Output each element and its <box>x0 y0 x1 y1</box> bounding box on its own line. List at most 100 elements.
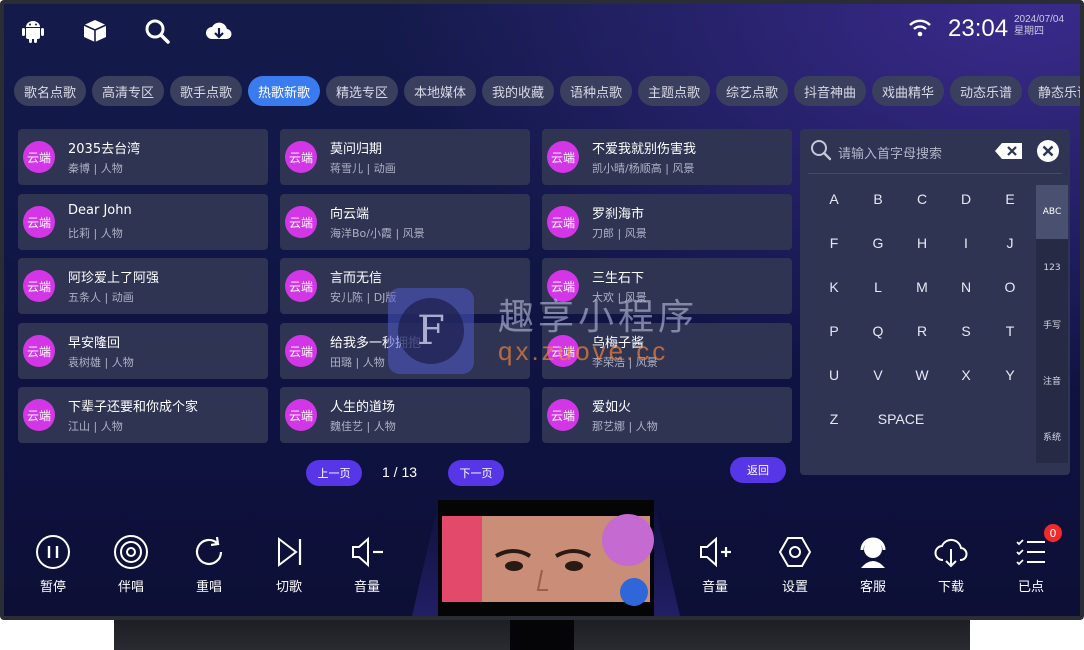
box-icon[interactable] <box>80 16 110 46</box>
customer-service-button[interactable]: 客服 <box>848 532 898 595</box>
cloud-badge: 云端 <box>285 335 317 367</box>
mode-system[interactable]: 系统 <box>1036 409 1068 463</box>
tab-hot-new[interactable]: 热歌新歌 <box>248 76 320 106</box>
volume-down-label: 音量 <box>353 580 380 595</box>
pause-label: 暂停 <box>39 580 66 595</box>
song-card[interactable]: 云端 Dear John 比莉 | 人物 <box>18 194 268 250</box>
key-m[interactable]: M <box>910 279 934 295</box>
download-button[interactable]: 下载 <box>926 532 976 595</box>
replay-label: 重唱 <box>195 580 222 595</box>
song-card[interactable]: 云端 2035去台湾 秦博 | 人物 <box>18 129 268 185</box>
key-g[interactable]: G <box>866 235 890 251</box>
volume-up-label: 音量 <box>701 580 728 595</box>
prev-page-button[interactable]: 上一页 <box>306 460 362 486</box>
next-page-button[interactable]: 下一页 <box>448 460 504 486</box>
song-title: 2035去台湾 <box>68 142 141 157</box>
volume-down-button[interactable]: 音量 <box>342 532 392 595</box>
cloud-badge: 云端 <box>23 141 55 173</box>
key-j[interactable]: J <box>998 235 1022 251</box>
tab-singer[interactable]: 歌手点歌 <box>170 76 242 106</box>
key-w[interactable]: W <box>910 367 934 383</box>
tab-language[interactable]: 语种点歌 <box>560 76 632 106</box>
watermark-title: 趣享小程序 <box>498 297 699 338</box>
tab-favorites[interactable]: 我的收藏 <box>482 76 554 106</box>
song-card[interactable]: 云端 阿珍爱上了阿强 五条人 | 动画 <box>18 258 268 314</box>
song-meta: 比莉 | 人物 <box>68 227 123 240</box>
key-n[interactable]: N <box>954 279 978 295</box>
song-card[interactable]: 云端 早安隆回 袁树雄 | 人物 <box>18 323 268 379</box>
mode-zhuyin[interactable]: 注音 <box>1036 353 1068 407</box>
tab-song-name[interactable]: 歌名点歌 <box>14 76 86 106</box>
key-p[interactable]: P <box>822 323 846 339</box>
replay-icon <box>184 532 234 572</box>
volume-up-button[interactable]: 音量 <box>690 532 740 595</box>
song-meta: 袁树雄 | 人物 <box>68 356 134 369</box>
tab-featured[interactable]: 精选专区 <box>326 76 398 106</box>
search-icon[interactable] <box>142 16 172 46</box>
song-title: 莫问归期 <box>330 142 383 157</box>
key-y[interactable]: Y <box>998 367 1022 383</box>
search-bar[interactable]: 请输入首字母搜索 <box>800 129 1070 171</box>
cloud-download-icon[interactable] <box>204 16 234 46</box>
song-card[interactable]: 云端 向云端 海洋Bo/小霞 | 风景 <box>280 194 530 250</box>
key-d[interactable]: D <box>954 191 978 207</box>
accompany-button[interactable]: 伴唱 <box>106 532 156 595</box>
song-card[interactable]: 云端 人生的道场 魏佳艺 | 人物 <box>280 387 530 443</box>
key-u[interactable]: U <box>822 367 846 383</box>
cloud-badge: 云端 <box>23 399 55 431</box>
skip-button[interactable]: 切歌 <box>264 532 314 595</box>
key-l[interactable]: L <box>866 279 890 295</box>
replay-button[interactable]: 重唱 <box>184 532 234 595</box>
key-h[interactable]: H <box>910 235 934 251</box>
song-meta: 江山 | 人物 <box>68 420 123 433</box>
clock-date: 2024/07/04 星期四 <box>1014 14 1064 38</box>
key-q[interactable]: Q <box>866 323 890 339</box>
pause-button[interactable]: 暂停 <box>28 532 78 595</box>
cloud-badge: 云端 <box>23 270 55 302</box>
video-preview[interactable] <box>438 500 654 616</box>
song-card[interactable]: 云端 罗刹海市 刀郎 | 风景 <box>542 194 792 250</box>
song-card[interactable]: 云端 下辈子还要和你成个家 江山 | 人物 <box>18 387 268 443</box>
queued-count-badge: 0 <box>1044 524 1062 542</box>
date-text: 2024/07/04 <box>1014 14 1065 25</box>
key-c[interactable]: C <box>910 191 934 207</box>
tab-local-media[interactable]: 本地媒体 <box>404 76 476 106</box>
page-indicator: 1 / 13 <box>382 464 418 480</box>
cloud-badge: 云端 <box>23 335 55 367</box>
key-r[interactable]: R <box>910 323 934 339</box>
tab-variety[interactable]: 综艺点歌 <box>716 76 788 106</box>
tab-douyin[interactable]: 抖音神曲 <box>794 76 866 106</box>
key-o[interactable]: O <box>998 279 1022 295</box>
close-icon[interactable] <box>1036 139 1060 167</box>
backspace-icon[interactable] <box>994 142 1024 164</box>
key-i[interactable]: I <box>954 235 978 251</box>
key-s[interactable]: S <box>954 323 978 339</box>
tab-opera[interactable]: 戏曲精华 <box>872 76 944 106</box>
key-a[interactable]: A <box>822 191 846 207</box>
key-k[interactable]: K <box>822 279 846 295</box>
key-t[interactable]: T <box>998 323 1022 339</box>
mode-abc[interactable]: ABC <box>1036 185 1068 239</box>
mode-handwriting[interactable]: 手写 <box>1036 297 1068 351</box>
back-button[interactable]: 返回 <box>730 457 786 483</box>
song-card[interactable]: 云端 莫问归期 蒋雪儿 | 动画 <box>280 129 530 185</box>
tab-hd[interactable]: 高清专区 <box>92 76 164 106</box>
mode-123[interactable]: 123 <box>1036 241 1068 295</box>
settings-button[interactable]: 设置 <box>770 532 820 595</box>
queued-label: 已点 <box>1017 580 1044 595</box>
song-card[interactable]: 云端 爱如火 那艺娜 | 人物 <box>542 387 792 443</box>
key-space[interactable]: SPACE <box>876 411 926 427</box>
key-b[interactable]: B <box>866 191 890 207</box>
queued-button[interactable]: 已点 <box>1006 532 1056 595</box>
key-f[interactable]: F <box>822 235 846 251</box>
song-card[interactable]: 云端 不爱我就别伤害我 凯小晴/杨顺高 | 风景 <box>542 129 792 185</box>
tab-dynamic-score[interactable]: 动态乐谱 <box>950 76 1022 106</box>
song-meta: 田璐 | 人物 <box>330 356 385 369</box>
android-icon[interactable] <box>18 16 48 46</box>
key-z[interactable]: Z <box>822 411 846 427</box>
key-e[interactable]: E <box>998 191 1022 207</box>
tab-static-score[interactable]: 静态乐谱 <box>1028 76 1080 106</box>
tab-theme[interactable]: 主题点歌 <box>638 76 710 106</box>
key-v[interactable]: V <box>866 367 890 383</box>
key-x[interactable]: X <box>954 367 978 383</box>
